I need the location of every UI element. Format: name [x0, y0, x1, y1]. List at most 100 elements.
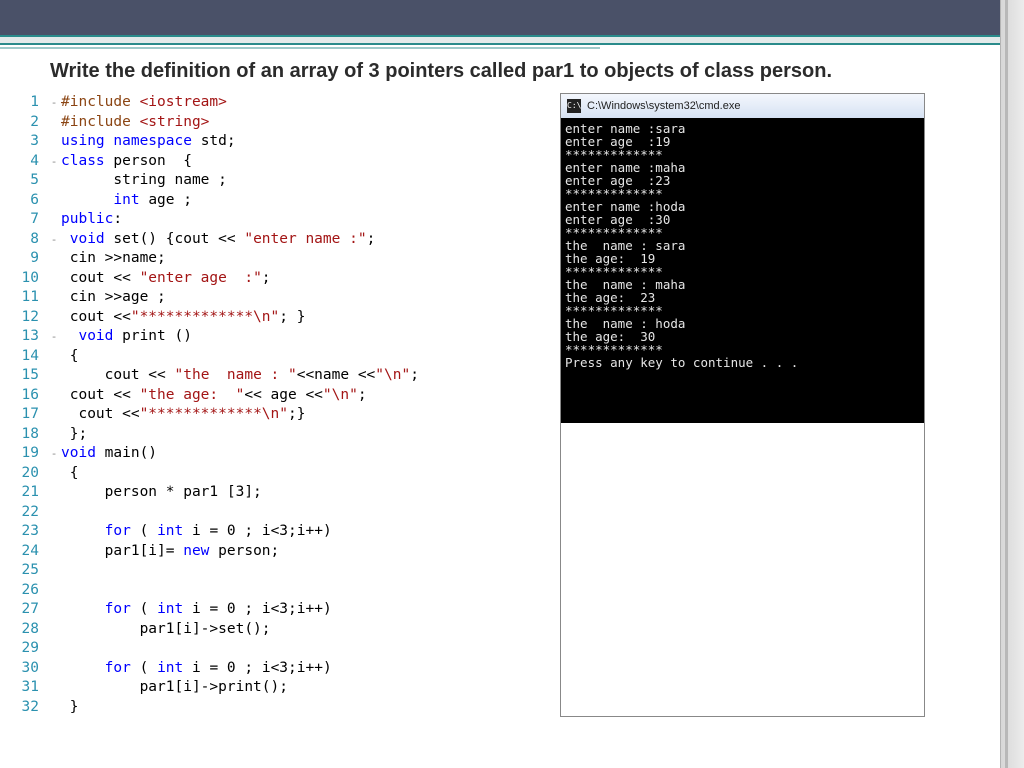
- line-number: 29: [15, 639, 43, 659]
- line-number: 23: [15, 522, 43, 542]
- line-number: 9: [15, 249, 43, 269]
- code-text: string name ;: [61, 171, 227, 191]
- line-number: 8: [15, 230, 43, 250]
- line-number: 28: [15, 620, 43, 640]
- code-line: 17 cout <<"*************\n";}: [15, 405, 505, 425]
- code-text: }: [61, 698, 78, 718]
- code-line: 9 cin >>name;: [15, 249, 505, 269]
- code-text: cin >>name;: [61, 249, 166, 269]
- code-line: 12 cout <<"*************\n"; }: [15, 308, 505, 328]
- code-text: cout << "the age: "<< age <<"\n";: [61, 386, 367, 406]
- mid-band: [0, 35, 1024, 45]
- code-line: 7 public:: [15, 210, 505, 230]
- code-line: 2 #include <string>: [15, 113, 505, 133]
- line-number: 24: [15, 542, 43, 562]
- code-line: 32 }: [15, 698, 505, 718]
- code-line: 3 using namespace std;: [15, 132, 505, 152]
- fold-toggle[interactable]: -: [47, 230, 61, 250]
- code-line: 26: [15, 581, 505, 601]
- code-line: 30 for ( int i = 0 ; i<3;i++): [15, 659, 505, 679]
- code-line: 24 par1[i]= new person;: [15, 542, 505, 562]
- line-number: 22: [15, 503, 43, 523]
- line-number: 7: [15, 210, 43, 230]
- code-text: using namespace std;: [61, 132, 236, 152]
- line-number: 1: [15, 93, 43, 113]
- code-text: par1[i]->set();: [61, 620, 271, 640]
- code-line: 28 par1[i]->set();: [15, 620, 505, 640]
- console-output: enter name :sara enter age :19 *********…: [561, 118, 924, 423]
- code-text: public:: [61, 210, 122, 230]
- code-text: cout << "the name : "<<name <<"\n";: [61, 366, 419, 386]
- header-band: [0, 0, 1024, 35]
- console-title-text: C:\Windows\system32\cmd.exe: [587, 100, 740, 112]
- code-line: 13- void print (): [15, 327, 505, 347]
- line-number: 11: [15, 288, 43, 308]
- line-number: 27: [15, 600, 43, 620]
- line-number: 18: [15, 425, 43, 445]
- line-number: 4: [15, 152, 43, 172]
- line-number: 19: [15, 444, 43, 464]
- code-text: for ( int i = 0 ; i<3;i++): [61, 659, 332, 679]
- code-line: 1-#include <iostream>: [15, 93, 505, 113]
- code-line: 21 person * par1 [3];: [15, 483, 505, 503]
- line-number: 25: [15, 561, 43, 581]
- code-line: 10 cout << "enter age :";: [15, 269, 505, 289]
- code-text: void main(): [61, 444, 157, 464]
- code-line: 8- void set() {cout << "enter name :";: [15, 230, 505, 250]
- content-area: 1-#include <iostream>2#include <string>3…: [0, 93, 1024, 717]
- code-text: cout <<"*************\n";}: [61, 405, 305, 425]
- code-line: 4-class person {: [15, 152, 505, 172]
- line-number: 2: [15, 113, 43, 133]
- line-number: 5: [15, 171, 43, 191]
- console-titlebar: C:\ C:\Windows\system32\cmd.exe: [561, 94, 924, 118]
- line-number: 20: [15, 464, 43, 484]
- code-line: 5 string name ;: [15, 171, 505, 191]
- line-number: 16: [15, 386, 43, 406]
- code-text: #include <iostream>: [61, 93, 227, 113]
- line-number: 17: [15, 405, 43, 425]
- code-line: 14 {: [15, 347, 505, 367]
- code-line: 27 for ( int i = 0 ; i<3;i++): [15, 600, 505, 620]
- line-number: 15: [15, 366, 43, 386]
- code-line: 22: [15, 503, 505, 523]
- right-scrollbar[interactable]: [1000, 0, 1024, 768]
- code-text: #include <string>: [61, 113, 209, 133]
- code-text: {: [61, 464, 78, 484]
- line-number: 30: [15, 659, 43, 679]
- code-editor: 1-#include <iostream>2#include <string>3…: [15, 93, 505, 717]
- code-text: void set() {cout << "enter name :";: [61, 230, 375, 250]
- line-number: 10: [15, 269, 43, 289]
- code-line: 20 {: [15, 464, 505, 484]
- code-line: 29: [15, 639, 505, 659]
- fold-toggle[interactable]: -: [47, 152, 61, 172]
- code-text: par1[i]= new person;: [61, 542, 279, 562]
- code-text: void print (): [61, 327, 192, 347]
- title-underline: [0, 47, 600, 53]
- code-text: };: [61, 425, 87, 445]
- code-text: par1[i]->print();: [61, 678, 288, 698]
- code-text: for ( int i = 0 ; i<3;i++): [61, 522, 332, 542]
- code-text: person * par1 [3];: [61, 483, 262, 503]
- line-number: 12: [15, 308, 43, 328]
- line-number: 6: [15, 191, 43, 211]
- code-text: class person {: [61, 152, 192, 172]
- fold-toggle[interactable]: -: [47, 327, 61, 347]
- code-line: 6 int age ;: [15, 191, 505, 211]
- code-line: 15 cout << "the name : "<<name <<"\n";: [15, 366, 505, 386]
- code-line: 18 };: [15, 425, 505, 445]
- fold-toggle[interactable]: -: [47, 93, 61, 113]
- code-line: 11 cin >>age ;: [15, 288, 505, 308]
- fold-toggle[interactable]: -: [47, 444, 61, 464]
- line-number: 26: [15, 581, 43, 601]
- cmd-icon: C:\: [567, 99, 581, 113]
- line-number: 13: [15, 327, 43, 347]
- code-line: 19-void main(): [15, 444, 505, 464]
- code-text: cin >>age ;: [61, 288, 166, 308]
- code-text: for ( int i = 0 ; i<3;i++): [61, 600, 332, 620]
- line-number: 14: [15, 347, 43, 367]
- code-text: cout << "enter age :";: [61, 269, 271, 289]
- line-number: 3: [15, 132, 43, 152]
- line-number: 31: [15, 678, 43, 698]
- code-text: {: [61, 347, 78, 367]
- code-text: cout <<"*************\n"; }: [61, 308, 305, 328]
